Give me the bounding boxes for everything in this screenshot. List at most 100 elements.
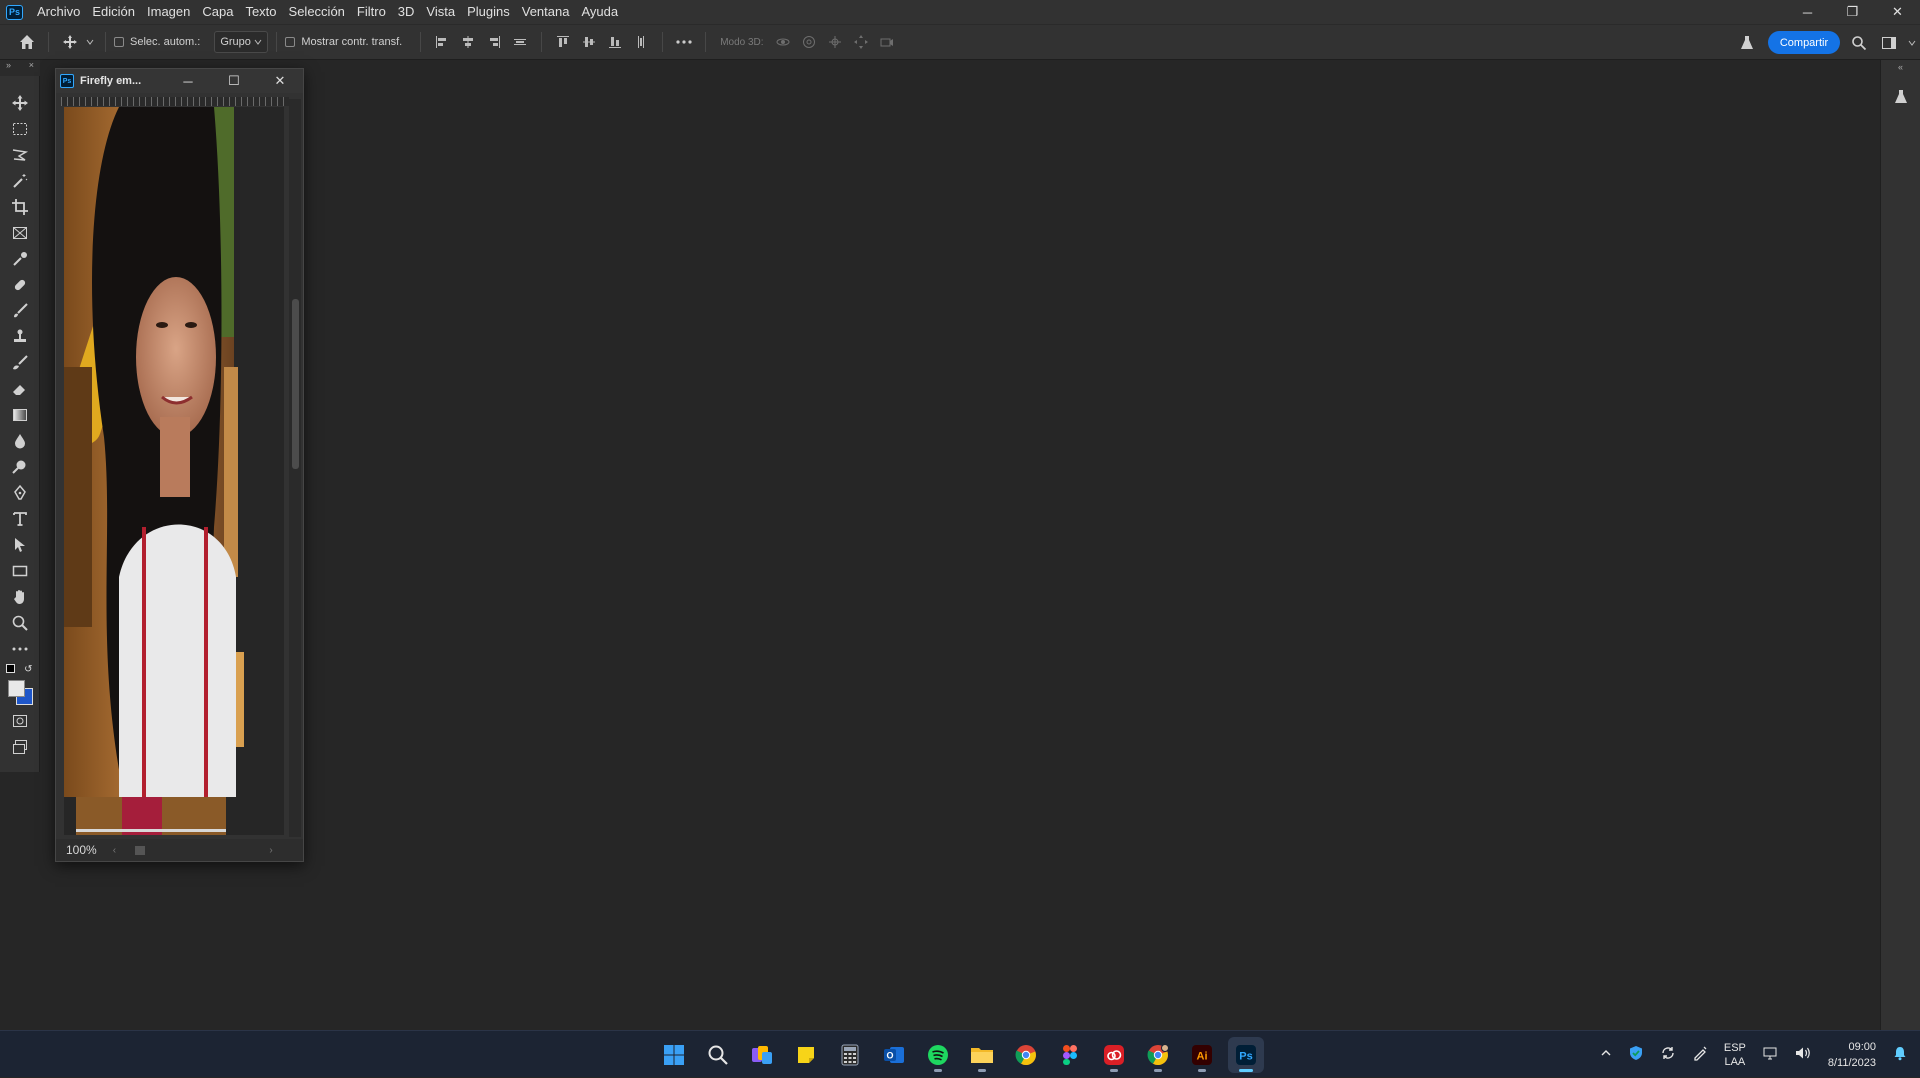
dodge-tool[interactable] (6, 454, 34, 480)
chevron-down-icon[interactable] (83, 29, 97, 55)
blur-tool[interactable] (6, 428, 34, 454)
crop-tool[interactable] (6, 194, 34, 220)
menu-texto[interactable]: Texto (239, 0, 282, 24)
menu-edicion[interactable]: Edición (86, 0, 141, 24)
eraser-tool[interactable] (6, 376, 34, 402)
input-language-indicator[interactable]: ESP LAA (1724, 1041, 1746, 1069)
restore-button[interactable]: ❐ (1830, 0, 1875, 24)
brush-tool[interactable] (6, 298, 34, 324)
menu-archivo[interactable]: Archivo (31, 0, 86, 24)
edit-toolbar-icon[interactable] (6, 636, 34, 662)
taskbar-chrome-app[interactable] (1008, 1037, 1044, 1073)
doc-minimize-button[interactable]: ─ (165, 69, 211, 93)
horizontal-scrollbar[interactable]: ‹ › (113, 845, 273, 856)
taskbar-sticky-notes-app[interactable] (788, 1037, 824, 1073)
align-center-icon[interactable] (455, 29, 481, 55)
menu-3d[interactable]: 3D (392, 0, 421, 24)
menu-ayuda[interactable]: Ayuda (575, 0, 624, 24)
move-tool-icon[interactable] (57, 29, 83, 55)
network-icon[interactable] (1762, 1045, 1778, 1064)
canvas-image[interactable] (64, 107, 284, 835)
clone-stamp-tool[interactable] (6, 324, 34, 350)
taskbar-search-button[interactable] (700, 1037, 736, 1073)
auto-select-checkbox[interactable]: Selec. autom.: (114, 36, 200, 48)
scroll-left-icon[interactable]: ‹ (113, 845, 116, 856)
taskbar-illustrator-app[interactable]: Ai (1184, 1037, 1220, 1073)
menu-ventana[interactable]: Ventana (516, 0, 576, 24)
screen-mode-icon[interactable] (6, 734, 34, 760)
taskbar-photoshop-app[interactable]: Ps (1228, 1037, 1264, 1073)
more-options-icon[interactable] (671, 29, 697, 55)
pen-tool[interactable] (6, 480, 34, 506)
volume-icon[interactable] (1794, 1045, 1812, 1064)
menu-vista[interactable]: Vista (420, 0, 461, 24)
system-clock[interactable]: 09:00 8/11/2023 (1828, 1039, 1876, 1071)
defender-icon[interactable] (1628, 1045, 1644, 1064)
taskbar-widgets-app[interactable] (744, 1037, 780, 1073)
swap-colors-icon[interactable]: ↺ (24, 664, 32, 675)
zoom-level[interactable]: 100% (66, 843, 97, 857)
menu-plugins[interactable]: Plugins (461, 0, 516, 24)
learn-flask-icon[interactable] (1887, 84, 1915, 110)
taskbar-figma-app[interactable] (1052, 1037, 1088, 1073)
align-right-icon[interactable] (481, 29, 507, 55)
start-button[interactable] (656, 1037, 692, 1073)
auto-select-dropdown[interactable]: Grupo (214, 31, 269, 53)
share-button[interactable]: Compartir (1768, 31, 1840, 54)
healing-brush-tool[interactable] (6, 272, 34, 298)
move-tool[interactable] (6, 90, 34, 116)
menu-imagen[interactable]: Imagen (141, 0, 196, 24)
flask-icon[interactable] (1734, 30, 1760, 56)
hand-tool[interactable] (6, 584, 34, 610)
document-window[interactable]: Ps Firefly em... ─ ☐ ✕ 100% ‹ › (55, 68, 304, 862)
horizontal-scroll-thumb[interactable] (134, 846, 145, 855)
expand-panel-icon[interactable]: » (6, 60, 11, 76)
taskbar-file-explorer-app[interactable] (964, 1037, 1000, 1073)
pen-menu-icon[interactable] (1692, 1045, 1708, 1064)
menu-capa[interactable]: Capa (196, 0, 239, 24)
vertical-scroll-thumb[interactable] (292, 299, 299, 469)
close-button[interactable]: ✕ (1875, 0, 1920, 24)
menu-seleccion[interactable]: Selección (283, 0, 351, 24)
close-panel-icon[interactable]: × (29, 60, 34, 76)
doc-maximize-button[interactable]: ☐ (211, 69, 257, 93)
align-top-icon[interactable] (550, 29, 576, 55)
chevron-down-icon[interactable] (1904, 30, 1920, 56)
zoom-tool[interactable] (6, 610, 34, 636)
notifications-bell-icon[interactable] (1892, 1045, 1908, 1064)
sync-icon[interactable] (1660, 1045, 1676, 1064)
align-bottom-icon[interactable] (602, 29, 628, 55)
color-swatches[interactable]: ↺ (4, 664, 36, 708)
type-tool[interactable] (6, 506, 34, 532)
align-left-icon[interactable] (429, 29, 455, 55)
default-colors-icon[interactable] (5, 664, 15, 673)
show-hidden-icons-chevron-icon[interactable] (1600, 1047, 1612, 1062)
taskbar-chrome-profile-app[interactable] (1140, 1037, 1176, 1073)
align-middle-icon[interactable] (576, 29, 602, 55)
collapse-panel-icon[interactable]: « (1898, 62, 1903, 72)
home-icon[interactable] (14, 29, 40, 55)
scroll-right-icon[interactable]: › (269, 845, 272, 856)
minimize-button[interactable]: ─ (1785, 0, 1830, 24)
show-transform-checkbox[interactable]: Mostrar contr. transf. (285, 36, 402, 48)
document-titlebar[interactable]: Ps Firefly em... ─ ☐ ✕ (56, 69, 303, 93)
quick-mask-icon[interactable] (6, 708, 34, 734)
doc-close-button[interactable]: ✕ (257, 69, 303, 93)
rectangle-tool[interactable] (6, 558, 34, 584)
eyedropper-tool[interactable] (6, 246, 34, 272)
magic-wand-tool[interactable] (6, 168, 34, 194)
vertical-scrollbar[interactable] (289, 99, 301, 837)
frame-tool[interactable] (6, 220, 34, 246)
lasso-tool[interactable] (6, 142, 34, 168)
path-selection-tool[interactable] (6, 532, 34, 558)
workspace-icon[interactable] (1876, 30, 1902, 56)
foreground-color-swatch[interactable] (7, 680, 25, 697)
taskbar-outlook-app[interactable]: O (876, 1037, 912, 1073)
gradient-tool[interactable] (6, 402, 34, 428)
taskbar-calculator-app[interactable] (832, 1037, 868, 1073)
taskbar-creative-cloud-app[interactable] (1096, 1037, 1132, 1073)
marquee-tool[interactable] (6, 116, 34, 142)
search-icon[interactable] (1846, 30, 1872, 56)
distribute-vertical-icon[interactable] (628, 29, 654, 55)
history-brush-tool[interactable] (6, 350, 34, 376)
